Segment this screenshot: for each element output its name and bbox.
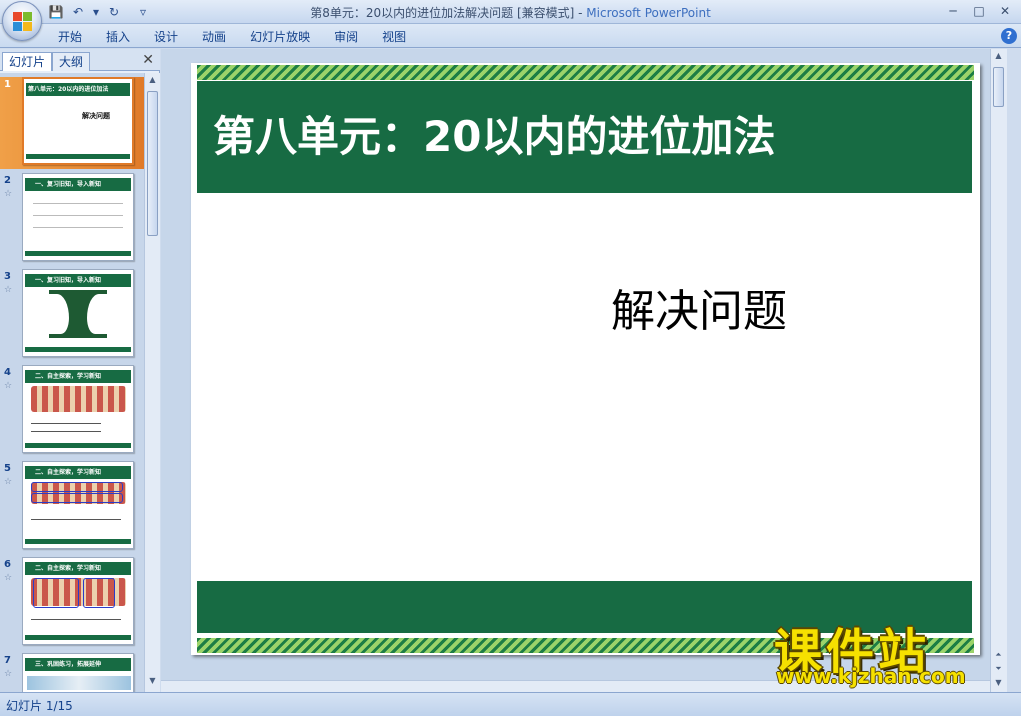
- thumbnail-math-rows: [33, 196, 123, 236]
- thumbnail-header: 二、自主探索，学习新知: [25, 466, 131, 479]
- slide-thumbnail-4[interactable]: 4 ☆ 二、自主探索，学习新知: [0, 365, 144, 457]
- editor-vertical-scrollbar[interactable]: ▲ ⏶ ⏷ ▼: [990, 49, 1007, 692]
- slide-thumbnail-2[interactable]: 2 ☆ 一、复习旧知，导入新知: [0, 173, 144, 265]
- thumbnail-header: 三、巩固练习，拓展延伸: [25, 658, 131, 671]
- thumbnail-image: 一、复习旧知，导入新知: [22, 269, 134, 357]
- thumbnail-header: 一、复习旧知，导入新知: [25, 178, 131, 191]
- watermark-logo: 课件站 www.kjzhan.com: [768, 612, 1004, 692]
- tab-slideshow[interactable]: 幻灯片放映: [238, 28, 322, 46]
- app-name: Microsoft PowerPoint: [586, 6, 711, 20]
- watermark-url: www.kjzhan.com: [776, 664, 966, 688]
- title-bar: 💾 ↶ ▾ ↻ ▿ 第8单元：20以内的进位加法解决问题 [兼容模式] - Mi…: [0, 0, 1021, 24]
- tab-view[interactable]: 视图: [370, 28, 418, 46]
- thumbnail-footer-band: [25, 347, 131, 352]
- thumbnail-highlight-box: [31, 482, 123, 492]
- thumbnail-image: 一、复习旧知，导入新知: [22, 173, 134, 261]
- animation-star-icon: ☆: [4, 669, 13, 679]
- thumbnail-scrollbar[interactable]: ▲ ▼: [144, 73, 160, 692]
- help-icon[interactable]: ?: [1001, 28, 1017, 44]
- scroll-down-arrow-icon[interactable]: ▼: [145, 676, 160, 690]
- thumbnail-header: 二、自主探索，学习新知: [25, 562, 131, 575]
- ribbon-tab-bar: 开始 插入 设计 动画 幻灯片放映 审阅 视图 ?: [0, 24, 1021, 48]
- slide-thumbnail-5[interactable]: 5 ☆ 二、自主探索，学习新知: [0, 461, 144, 553]
- status-bar: 幻灯片 1/15: [0, 692, 1021, 716]
- thumbnail-image: 二、自主探索，学习新知: [22, 461, 134, 549]
- animation-star-icon: ☆: [4, 381, 13, 391]
- thumbnail-highlight-box: [83, 578, 115, 608]
- thumbnail-footer-band: [25, 251, 131, 256]
- thumbnail-highlight-box: [31, 493, 123, 503]
- tab-review[interactable]: 审阅: [322, 28, 370, 46]
- slide-subtitle[interactable]: 解决问题: [611, 275, 787, 339]
- slide-number: 7: [4, 655, 11, 666]
- tab-animations[interactable]: 动画: [190, 28, 238, 46]
- scroll-up-arrow-icon[interactable]: ▲: [991, 51, 1006, 65]
- minimize-button[interactable]: ─: [941, 2, 965, 20]
- thumbnail-image: 第八单元：20以内的进位加法 解决问题: [22, 77, 134, 165]
- thumbnail-image: 三、巩固练习，拓展延伸: [22, 653, 134, 692]
- thumbnail-footer-band: [25, 539, 131, 544]
- tab-insert[interactable]: 插入: [94, 28, 142, 46]
- slide-title[interactable]: 第八单元：20以内的进位加法: [213, 103, 775, 164]
- thumbnail-subtitle: 解决问题: [82, 112, 110, 120]
- thumbnail-header: 一、复习旧知，导入新知: [25, 274, 131, 287]
- office-button[interactable]: [2, 1, 42, 41]
- tab-home[interactable]: 开始: [46, 28, 94, 46]
- slide-thumbnail-3[interactable]: 3 ☆ 一、复习旧知，导入新知: [0, 269, 144, 361]
- maximize-button[interactable]: □: [967, 2, 991, 20]
- slide-number: 4: [4, 367, 11, 378]
- pane-tabs: 幻灯片 大纲 ✕: [0, 49, 160, 71]
- ribbon-tabs: 开始 插入 设计 动画 幻灯片放映 审阅 视图: [46, 28, 418, 46]
- thumbnail-header: 第八单元：20以内的进位加法: [26, 83, 130, 96]
- scrollbar-thumb[interactable]: [147, 91, 158, 236]
- slide-number: 6: [4, 559, 11, 570]
- window-title: 第8单元：20以内的进位加法解决问题 [兼容模式] - Microsoft Po…: [0, 4, 1021, 21]
- slide-canvas[interactable]: 第八单元：20以内的进位加法 解决问题: [191, 63, 980, 655]
- thumbnail-text-lines: [31, 514, 121, 526]
- slide-thumbnail-list: 1 第八单元：20以内的进位加法 解决问题 2 ☆ 一、复习旧知，导入新知 3 …: [0, 73, 144, 692]
- title-separator: -: [574, 6, 587, 20]
- thumbnail-footer-band: [26, 154, 130, 159]
- slide-thumbnail-7[interactable]: 7 ☆ 三、巩固练习，拓展延伸: [0, 653, 144, 692]
- slide-number: 3: [4, 271, 11, 282]
- thumbnail-picture: [27, 676, 131, 690]
- slide-thumbnail-6[interactable]: 6 ☆ 二、自主探索，学习新知: [0, 557, 144, 649]
- thumbnail-highlight-box: [33, 578, 79, 608]
- decorative-stripe-top: [197, 65, 974, 80]
- thumbnail-image: 二、自主探索，学习新知: [22, 365, 134, 453]
- title-band: 第八单元：20以内的进位加法: [197, 81, 972, 193]
- tab-slides[interactable]: 幻灯片: [2, 52, 53, 71]
- slide-number: 2: [4, 175, 11, 186]
- thumbnail-header: 二、自主探索，学习新知: [25, 370, 131, 383]
- close-button[interactable]: ✕: [993, 2, 1017, 20]
- slide-number: 5: [4, 463, 11, 474]
- scroll-up-arrow-icon[interactable]: ▲: [145, 75, 160, 89]
- document-title: 第8单元：20以内的进位加法解决问题 [兼容模式]: [310, 6, 575, 20]
- thumbnail-text-lines: [31, 614, 121, 626]
- window-controls: ─ □ ✕: [941, 2, 1017, 20]
- office-logo-icon: [13, 12, 32, 31]
- slide-editor: 第八单元：20以内的进位加法 解决问题 ▲ ⏶ ⏷ ▼: [161, 49, 1007, 692]
- slide-number: 1: [4, 79, 11, 90]
- animation-star-icon: ☆: [4, 285, 13, 295]
- thumbnail-footer-band: [25, 635, 131, 640]
- pane-close-icon[interactable]: ✕: [142, 52, 154, 68]
- scrollbar-thumb[interactable]: [993, 67, 1004, 107]
- thumbnail-text-lines: [31, 418, 101, 438]
- thumbnail-children-illustration: [31, 386, 126, 412]
- thumbnail-footer-band: [25, 443, 131, 448]
- slide-thumbnail-1[interactable]: 1 第八单元：20以内的进位加法 解决问题: [0, 77, 144, 169]
- thumbnail-image: 二、自主探索，学习新知: [22, 557, 134, 645]
- thumbnail-face-vase-illusion: [49, 290, 107, 338]
- animation-star-icon: ☆: [4, 189, 13, 199]
- animation-star-icon: ☆: [4, 573, 13, 583]
- slide-indicator: 幻灯片 1/15: [6, 699, 73, 713]
- tab-outline[interactable]: 大纲: [52, 52, 91, 71]
- tab-design[interactable]: 设计: [142, 28, 190, 46]
- slides-pane: 幻灯片 大纲 ✕ 1 第八单元：20以内的进位加法 解决问题 2 ☆ 一、复习旧…: [0, 49, 160, 692]
- animation-star-icon: ☆: [4, 477, 13, 487]
